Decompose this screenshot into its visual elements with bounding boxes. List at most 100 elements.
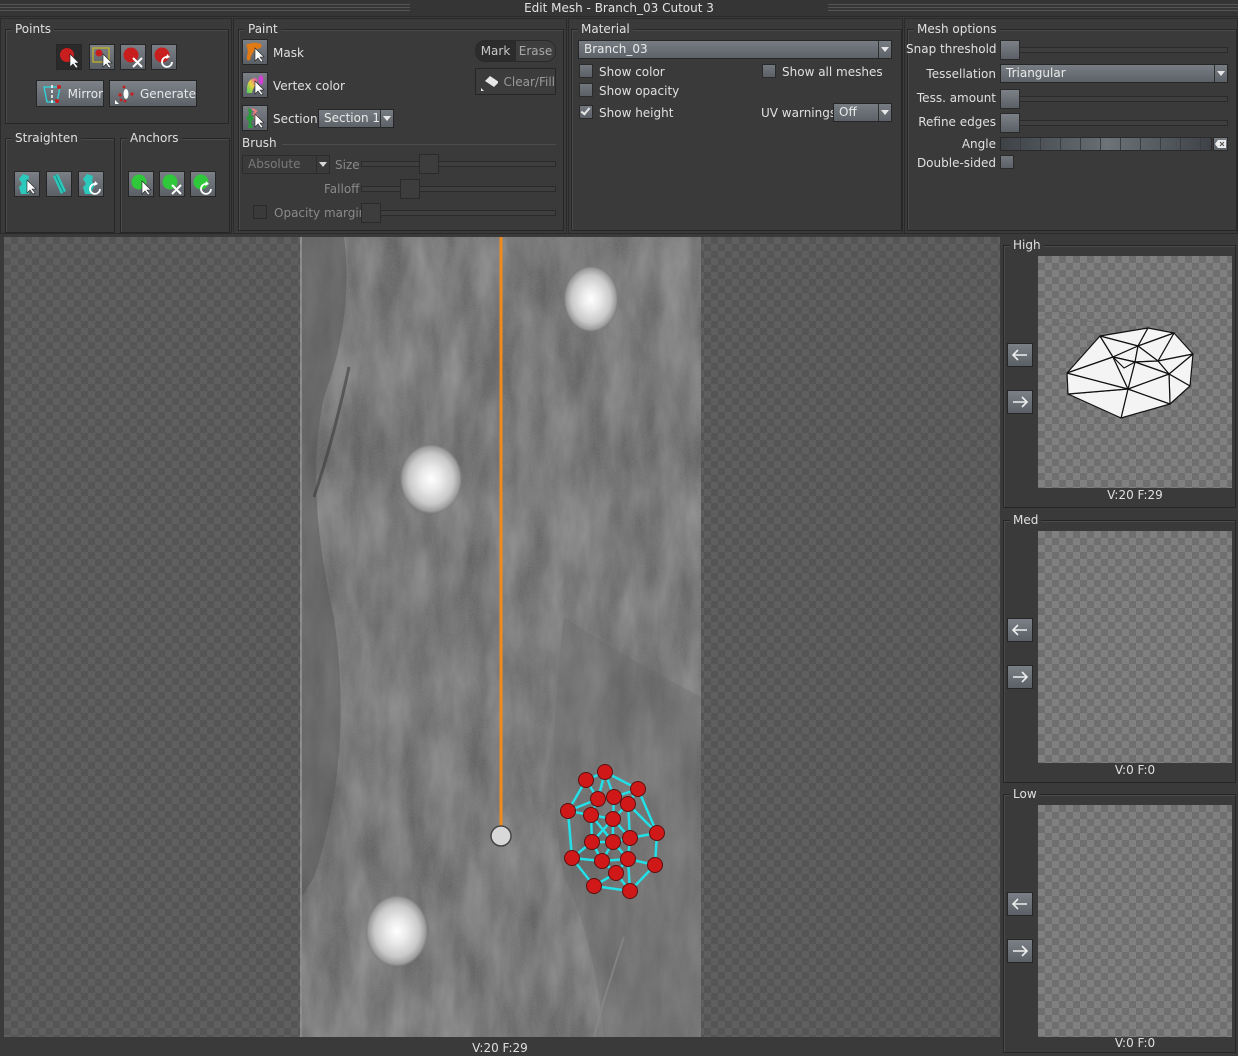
tessellation-select[interactable]: Triangular [1000,64,1228,83]
chevron-down-icon [316,156,329,173]
points-group: Points [5,22,229,124]
mesh-point[interactable] [622,830,638,846]
box-select-cursor-icon [92,47,113,69]
opacity-margin-checkbox[interactable] [253,205,267,219]
falloff-slider-thumb[interactable] [399,179,420,199]
lod-med-preview[interactable] [1038,531,1232,763]
mesh-point[interactable] [584,834,600,850]
chevron-down-icon [380,110,393,127]
size-slider-thumb[interactable] [418,154,439,174]
mesh-point[interactable] [622,883,638,899]
generate-label: Generate [139,86,196,101]
mesh-point[interactable] [608,865,624,881]
show-color-checkbox[interactable] [579,64,593,78]
lod-high-prev-button[interactable] [1007,343,1033,367]
vertex-color-paint-button[interactable] [242,72,268,98]
double-sided-checkbox[interactable] [1000,155,1014,169]
delete-point-button[interactable] [120,44,146,70]
lod-high-preview[interactable] [1038,256,1232,488]
lod-low-next-button[interactable] [1007,939,1033,963]
snap-threshold-slider[interactable] [1000,40,1228,60]
mesh-point[interactable] [564,850,580,866]
show-opacity-checkbox[interactable] [579,83,593,97]
mesh-point[interactable] [594,853,610,869]
double-sided-label: Double-sided [916,156,996,170]
opacity-margin-slider-thumb[interactable] [361,203,381,223]
mesh-point[interactable] [583,807,599,823]
arrow-left-icon [1011,624,1027,636]
generate-button[interactable]: Generate [109,80,197,107]
mesh-point[interactable] [647,857,663,873]
lod-low-prev-button[interactable] [1007,892,1033,916]
anchor-reset-button[interactable] [190,171,216,197]
size-slider[interactable] [361,154,556,174]
generate-icon [115,85,134,104]
opacity-margin-slider[interactable] [361,203,556,223]
size-label: Size [335,158,360,172]
lod-high-mesh [1039,311,1194,419]
snap-threshold-label: Snap threshold [906,42,997,56]
points-panel: Points Straighten Anchors [0,18,232,234]
refine-edges-slider-thumb[interactable] [1000,113,1020,133]
mesh-viewport[interactable] [4,237,1000,1037]
window-title: Edit Mesh - Branch_03 Cutout 3 [518,1,720,15]
viewport-canvas[interactable] [4,237,1000,1037]
mesh-point[interactable] [605,811,621,827]
refine-edges-slider[interactable] [1000,113,1228,133]
show-height-checkbox[interactable] [579,105,593,119]
mesh-point[interactable] [620,796,636,812]
lod-low-legend: Low [1010,787,1040,801]
mesh-point[interactable] [590,791,606,807]
mesh-point[interactable] [560,803,576,819]
reset-point-button[interactable] [151,44,177,70]
mesh-point[interactable] [649,825,665,841]
mask-paint-button[interactable] [242,39,268,65]
anchor-delete-button[interactable] [159,171,185,197]
opacity-margin-label: Opacity margin [274,206,367,220]
orange-brush-cursor-icon [246,42,265,63]
lod-med-prev-button[interactable] [1007,618,1033,642]
snap-threshold-slider-thumb[interactable] [1000,40,1020,60]
show-all-meshes-checkbox[interactable] [762,64,776,78]
tess-amount-slider-thumb[interactable] [1000,89,1020,109]
brush-label: Brush [242,136,277,150]
falloff-slider[interactable] [361,179,556,199]
lod-low-preview[interactable] [1038,805,1232,1037]
lod-high-next-button[interactable] [1007,390,1033,414]
box-select-point-button[interactable] [89,44,115,70]
angle-clear-button[interactable] [1213,137,1228,151]
bark-knot [563,265,619,333]
select-point-button[interactable] [56,44,82,70]
refine-edges-label: Refine edges [918,115,996,129]
straighten-align-button[interactable] [46,171,72,197]
clear-fill-button[interactable]: Clear/Fill [475,68,556,95]
mesh-point[interactable] [620,851,636,867]
mesh-point[interactable] [597,764,613,780]
mark-toggle[interactable]: Mark [476,41,515,61]
lod-high-legend: High [1010,238,1044,252]
section-paint-button[interactable] [242,105,268,131]
tess-amount-slider[interactable] [1000,89,1228,109]
axis-handle[interactable] [490,825,512,847]
straighten-reset-button[interactable] [78,171,104,197]
mesh-point[interactable] [605,834,621,850]
angle-range-bar[interactable] [1000,137,1212,151]
mesh-point[interactable] [606,789,622,805]
green-point-cursor-icon [131,174,152,196]
uv-warnings-select[interactable]: Off [833,103,892,122]
erase-toggle[interactable]: Erase [515,41,555,61]
vertex-color-label: Vertex color [273,79,345,93]
anchor-select-button[interactable] [128,171,154,197]
lod-med-next-button[interactable] [1007,665,1033,689]
brush-mode-select[interactable]: Absolute [242,155,330,174]
mirror-button[interactable]: Mirror [36,80,104,107]
falloff-label: Falloff [324,182,360,196]
section-select[interactable]: Section 1 [318,109,394,128]
mesh-point[interactable] [578,772,594,788]
material-select[interactable]: Branch_03 [578,40,892,59]
mirror-label: Mirror [67,86,103,101]
straighten-select-button[interactable] [14,171,40,197]
chevron-down-icon [878,41,891,58]
mesh-point[interactable] [586,878,602,894]
mesh-point[interactable] [630,781,646,797]
